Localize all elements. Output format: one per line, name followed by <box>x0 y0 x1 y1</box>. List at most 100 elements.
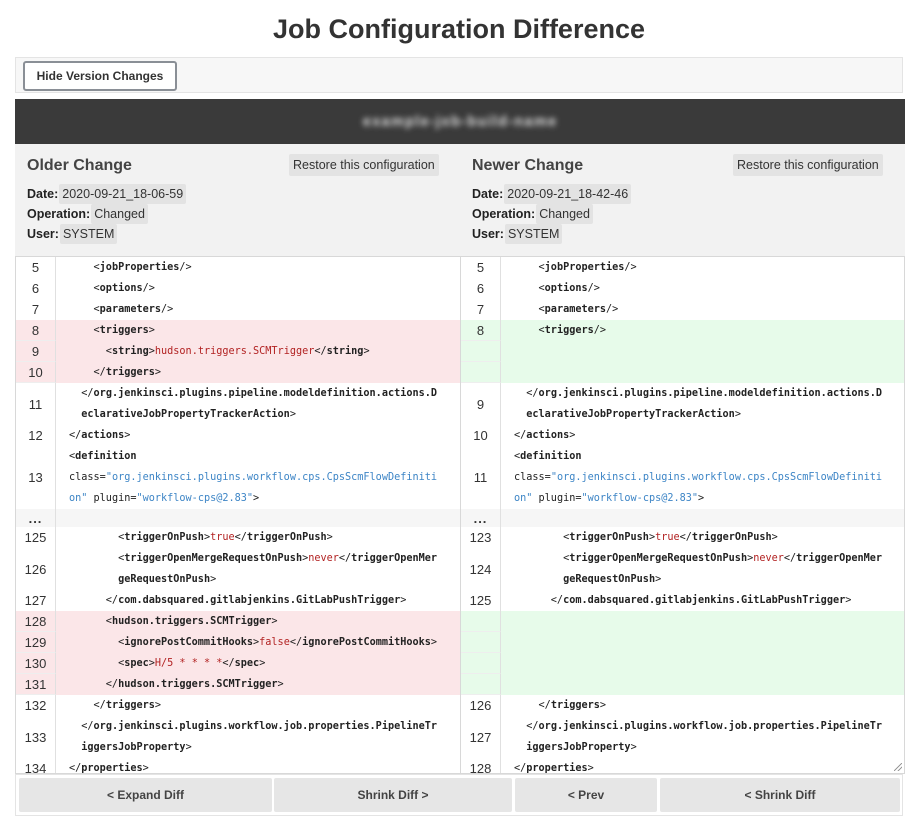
code-token: geRequestOnPush <box>118 574 211 585</box>
line-number: 126 <box>461 695 501 716</box>
line-number: 7 <box>16 299 56 320</box>
prev-button[interactable]: < Prev <box>515 778 657 812</box>
code-token: </ <box>69 388 94 399</box>
code-token: triggerOpenMer <box>796 553 883 564</box>
diff-row: 126 </triggers> <box>461 695 904 716</box>
diff-row: 6 <options/> <box>461 278 904 299</box>
code-token: < <box>69 283 100 294</box>
code-line: eclarativeJobPropertyTrackerAction> <box>69 404 460 425</box>
code-content <box>501 341 904 362</box>
code-line: </properties> <box>69 758 460 773</box>
expand-diff-button[interactable]: < Expand Diff <box>19 778 272 812</box>
diff-row: 5 <jobProperties/> <box>16 257 460 278</box>
code-token: </ <box>69 679 119 690</box>
shrink-diff-back-button[interactable]: < Shrink Diff <box>660 778 900 812</box>
line-number: 124 <box>461 548 501 590</box>
code-token: eclarativeJobPropertyTrackerAction <box>81 409 290 420</box>
restore-older-button[interactable]: Restore this configuration <box>289 154 439 176</box>
line-number <box>461 341 501 362</box>
code-content: <hudson.triggers.SCMTrigger> <box>56 611 460 632</box>
newer-user-row: User: SYSTEM <box>472 224 563 244</box>
line-number: 13 <box>16 446 56 509</box>
code-content: <parameters/> <box>56 299 460 320</box>
line-number: 129 <box>16 632 56 653</box>
code-content: </com.dabsquared.gitlabjenkins.GitLabPus… <box>56 590 460 611</box>
code-content: </org.jenkinsci.plugins.pipeline.modelde… <box>501 383 904 425</box>
code-token: never <box>753 553 784 564</box>
diff-row: 7 <parameters/> <box>461 299 904 320</box>
line-number: 10 <box>461 425 501 446</box>
line-number: 10 <box>16 362 56 383</box>
code-token: hudson.triggers.SCMTrigger <box>118 679 278 690</box>
newer-user-value: SYSTEM <box>504 224 563 244</box>
code-content: </triggers> <box>501 695 904 716</box>
restore-newer-button[interactable]: Restore this configuration <box>733 154 883 176</box>
line-number: 133 <box>16 716 56 758</box>
code-line: <triggerOnPush>true</triggerOnPush> <box>69 527 460 548</box>
skip-marker: ... <box>16 509 56 527</box>
code-token: actions <box>526 430 570 441</box>
diff-row: 5 <jobProperties/> <box>461 257 904 278</box>
code-token: > <box>253 493 260 504</box>
code-content: </triggers> <box>56 695 460 716</box>
newer-change-info: Newer Change Restore this configuration … <box>472 144 892 256</box>
code-line: geRequestOnPush> <box>514 569 904 590</box>
diff-skip-row: ... <box>16 509 460 527</box>
code-content: </properties> <box>56 758 460 773</box>
code-content: <jobProperties/> <box>501 257 904 278</box>
line-number <box>461 611 501 632</box>
code-line: </actions> <box>514 425 904 446</box>
code-token: > <box>259 658 266 669</box>
code-token: triggers <box>105 367 155 378</box>
code-token: options <box>544 283 588 294</box>
code-token: > <box>587 763 594 774</box>
code-content: </actions> <box>501 425 904 446</box>
line-number: 7 <box>461 299 501 320</box>
code-line: <options/> <box>514 278 904 299</box>
code-content: </hudson.triggers.SCMTrigger> <box>56 674 460 695</box>
older-operation-row: Operation: Changed <box>27 204 148 224</box>
code-line: <ignorePostCommitHooks>false</ignorePost… <box>69 632 460 653</box>
resize-handle[interactable] <box>894 763 902 771</box>
code-token: </ <box>679 532 692 543</box>
code-content <box>501 674 904 695</box>
older-operation-label: Operation: <box>27 207 91 221</box>
code-token: triggers <box>550 700 600 711</box>
shrink-diff-forward-button[interactable]: Shrink Diff > <box>274 778 512 812</box>
code-token: triggerOnPush <box>124 532 204 543</box>
code-line: <hudson.triggers.SCMTrigger> <box>69 611 460 632</box>
code-content: <jobProperties/> <box>56 257 460 278</box>
diff-table[interactable]: 5 <jobProperties/> 6 <options/> 7 <paramet… <box>15 256 905 774</box>
line-number: 125 <box>461 590 501 611</box>
code-token: > <box>734 409 741 420</box>
hide-version-changes-button[interactable]: Hide Version Changes <box>23 61 177 91</box>
code-token: triggerOnPush <box>569 532 649 543</box>
line-number: 8 <box>461 320 501 341</box>
line-number: 123 <box>461 527 501 548</box>
line-number: 9 <box>461 383 501 425</box>
diff-row <box>461 611 904 632</box>
code-line: </org.jenkinsci.plugins.pipeline.modelde… <box>514 383 904 404</box>
code-token: plugin= <box>87 493 137 504</box>
code-token: > <box>185 742 192 753</box>
diff-row: 8 <triggers/> <box>461 320 904 341</box>
code-token: org.jenkinsci.plugins.pipeline.modeldefi… <box>538 388 883 399</box>
code-content: <triggerOnPush>true</triggerOnPush> <box>501 527 904 548</box>
code-token: </ <box>514 700 551 711</box>
code-token: "workflow-cps@2.83" <box>136 493 254 504</box>
line-number <box>461 362 501 383</box>
code-token: < <box>69 346 112 357</box>
older-user-row: User: SYSTEM <box>27 224 118 244</box>
older-change-title: Older Change <box>27 157 132 174</box>
code-token: plugin= <box>532 493 582 504</box>
code-line: </org.jenkinsci.plugins.workflow.job.pro… <box>69 716 460 737</box>
code-token: > <box>124 430 131 441</box>
line-number: 5 <box>16 257 56 278</box>
code-token: eclarativeJobPropertyTrackerAction <box>526 409 735 420</box>
line-number: 5 <box>461 257 501 278</box>
